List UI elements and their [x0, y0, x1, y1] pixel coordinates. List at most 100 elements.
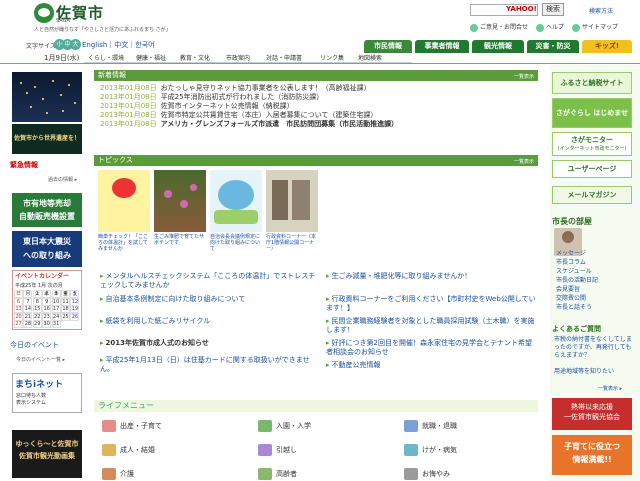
life-item-illness[interactable]: けが・病気 [404, 444, 457, 456]
saga-life-banner[interactable]: さがぐらし はじめませんか [552, 98, 632, 145]
topic-caption: 自治会長会議例規定に向けた取り組みについて [210, 234, 261, 252]
topic-card[interactable]: 簡単チェック！「こころの体温計」を試してみませんか [98, 170, 150, 252]
news-date: 2013年01月08日 [100, 102, 157, 110]
truck-icon [258, 444, 272, 456]
autonomy-image [210, 170, 262, 232]
machi-inet-title: まちiネット [15, 380, 64, 390]
topic-link[interactable]: メンタルヘルスチェックシステム「こころの体温計」でストレスチェックしてみませんか [100, 272, 318, 290]
news-item[interactable]: 2013年01月08日 おたっしゃ見守りネット協力事業者を公表します！（高齢福祉課… [100, 84, 540, 93]
today-event-list-link[interactable]: 今日のイベント一覧 ▸ [16, 356, 65, 363]
nav-living[interactable]: くらし・環境 [88, 53, 124, 62]
mayor-link[interactable]: 会見要旨 [556, 286, 580, 294]
font-large-button[interactable]: 大 [70, 39, 81, 50]
tab-business[interactable]: 事業者情報 [415, 40, 469, 53]
mayor-heading[interactable]: 市長の部屋 [552, 216, 592, 227]
topic-link[interactable]: 好評につき第2回目を開催！森永家住宅の見学会とテナント希望者相談会のお知らせ [326, 339, 538, 357]
search-button[interactable]: 検索 [542, 3, 564, 16]
world-heritage-banner[interactable]: 佐賀市から世界遺産を！ [12, 124, 82, 154]
tab-kids[interactable]: キッズ! [582, 40, 632, 53]
topic-link[interactable]: 平成25年1月13日（日）は住基カードに関する取扱いができません。 [100, 356, 318, 374]
calendar-day[interactable]: 29 [32, 320, 42, 329]
tab-disaster[interactable]: 災害・防災 [527, 40, 579, 53]
childcare-banner[interactable]: 子育てに役立つ 情報満載!! [552, 435, 632, 475]
calendar-day[interactable]: 25 [61, 312, 70, 321]
sitemap-link[interactable]: サイトマップ [572, 22, 618, 32]
search-help-link[interactable]: 検索方法 [589, 6, 613, 15]
life-item-care[interactable]: 介護 [102, 468, 134, 480]
calendar-day[interactable]: 27 [14, 320, 23, 329]
emergency-past-link[interactable]: 過去の情報 ▸ [48, 176, 77, 183]
nav-health[interactable]: 健康・福祉 [136, 53, 166, 62]
life-item-elderly[interactable]: 高齢者 [258, 468, 297, 480]
calendar-month[interactable]: 平成25年 1月 次の月 [15, 282, 63, 289]
news-date: 2013年01月08日 [100, 111, 157, 119]
nav-applications[interactable]: 対話・申請書 [266, 53, 302, 62]
news-item[interactable]: 2013年01月08日 アメリカ・グレンズフォールズ市派遣 市民訪問団募集（市民活… [100, 120, 540, 129]
mayor-link[interactable]: 市長の活動日記 [556, 277, 598, 285]
faq-more-link[interactable]: 一覧表示 ▸ [598, 385, 622, 392]
help-link[interactable]: ヘルプ [536, 22, 564, 32]
job-icon [404, 420, 418, 432]
user-page-banner[interactable]: ユーザーページ [552, 160, 632, 178]
childcare-line2: 情報満載!! [572, 455, 612, 464]
language-links[interactable]: English｜中文｜한국어 [82, 40, 155, 50]
calendar-day[interactable]: 31 [51, 320, 61, 329]
news-text: 平成25年消防出初式が行われました（消防防災課） [160, 93, 324, 101]
topic-link-bold[interactable]: 2013年佐賀市成人式のお知らせ [100, 339, 318, 348]
mayor-link[interactable]: メッセージ [556, 250, 586, 258]
topic-link[interactable]: 不動産公売情報 [326, 361, 538, 370]
topics-more-link[interactable]: 一覧表示 [514, 157, 534, 168]
faq-item[interactable]: 市税の納付書をなくしてしまったのですが、再発行してもらえますか？ [554, 336, 634, 360]
topic-link[interactable]: 自治基本条例制定に向けた取り組みについて [100, 295, 318, 304]
life-item-school[interactable]: 入園・入学 [258, 420, 311, 432]
tourism-video-banner[interactable]: ゆっくら～と佐賀市 佐賀市観光動画集 [12, 430, 82, 478]
tourism-association-banner[interactable]: 熱帯以来応援 一佐賀市観光協会 [552, 398, 632, 430]
nav-city-guide[interactable]: 市政案内 [226, 53, 250, 62]
contact-link[interactable]: ご意見・お問合せ [470, 22, 528, 32]
city-logo[interactable] [34, 3, 54, 23]
earthquake-banner[interactable]: 東日本大震災 への取り組み [12, 231, 82, 267]
faq-item[interactable]: 用途地域等を知りたい [554, 368, 634, 376]
nav-education[interactable]: 教育・文化 [180, 53, 210, 62]
tab-tourism[interactable]: 観光情報 [472, 40, 524, 53]
news-item[interactable]: 2013年01月08日 佐賀市特定公共賃貸住宅（本庄）入居者募集について（建築住宅… [100, 111, 540, 120]
life-item-moving[interactable]: 引越し [258, 444, 297, 456]
calendar-day[interactable]: 30 [42, 320, 52, 329]
mayor-link[interactable]: 市長と話そう [556, 304, 592, 312]
topic-link[interactable]: 生ごみ減量・堆肥化等に取り組みませんか！ [326, 272, 538, 281]
hometown-tax-banner[interactable]: ふるさと納税サイト [552, 72, 632, 94]
topic-caption: 簡単チェック！「こころの体温計」を試してみませんか [98, 234, 149, 252]
nav-links[interactable]: リンク集 [320, 53, 344, 62]
news-item[interactable]: 2013年01月08日 佐賀市インターネット公売情報（納税課） [100, 102, 540, 111]
topic-card[interactable]: 行政資料コーナー（本庁1階情報公開コーナー） [266, 170, 318, 252]
machi-sub-line1: 窓口待ち人数 [16, 393, 47, 399]
topic-link[interactable]: 行政資料コーナーをご利用ください【市町村史をWeb公開しています！】 [326, 295, 538, 313]
life-item-job[interactable]: 就職・退職 [404, 420, 457, 432]
calendar-day[interactable]: 28 [23, 320, 33, 329]
topic-card[interactable]: 生ごみ堆肥で育てたサボテンです [154, 170, 206, 247]
yahoo-logo: YAHOO! [506, 5, 537, 13]
topic-link[interactable]: 民間企業職務経験者を対象とした職員採用試験（土木職）を実施します！ [326, 317, 538, 335]
life-item-marriage[interactable]: 成人・結婚 [102, 444, 155, 456]
life-label: お悔やみ [422, 470, 450, 478]
illumination-photo[interactable] [12, 72, 82, 122]
nav-map[interactable]: 地図検索 [358, 53, 382, 62]
help-icon [536, 23, 544, 32]
mayor-link[interactable]: 交際費公開 [556, 295, 586, 303]
mail-magazine-banner[interactable]: メールマガジン [552, 186, 632, 204]
life-item-condolence[interactable]: お悔やみ [404, 468, 450, 480]
calendar-day[interactable]: 26 [70, 312, 80, 321]
topics-title: トピックス [98, 156, 133, 164]
land-sale-banner[interactable]: 市有地等売却 自動販売機設置 [12, 193, 82, 227]
news-item[interactable]: 2013年01月08日 平成25年消防出初式が行われました（消防防災課） [100, 93, 540, 102]
land-sale-line2: 自動販売機設置 [19, 212, 75, 221]
life-item-birth[interactable]: 出産・子育て [102, 420, 162, 432]
topic-link[interactable]: 紙袋を利用した紙ごみリサイクル [100, 317, 318, 326]
news-more-link[interactable]: 一覧表示 [514, 72, 534, 83]
topic-card[interactable]: 自治会長会議例規定に向けた取り組みについて [210, 170, 262, 252]
life-label: 出産・子育て [120, 422, 162, 430]
mayor-link[interactable]: 市長コラム [556, 259, 586, 267]
cactus-image [154, 170, 206, 232]
saga-monitor-banner[interactable]: さがモニター (インターネット市政モニター) [552, 132, 632, 156]
mayor-link[interactable]: スケジュール [556, 268, 592, 276]
